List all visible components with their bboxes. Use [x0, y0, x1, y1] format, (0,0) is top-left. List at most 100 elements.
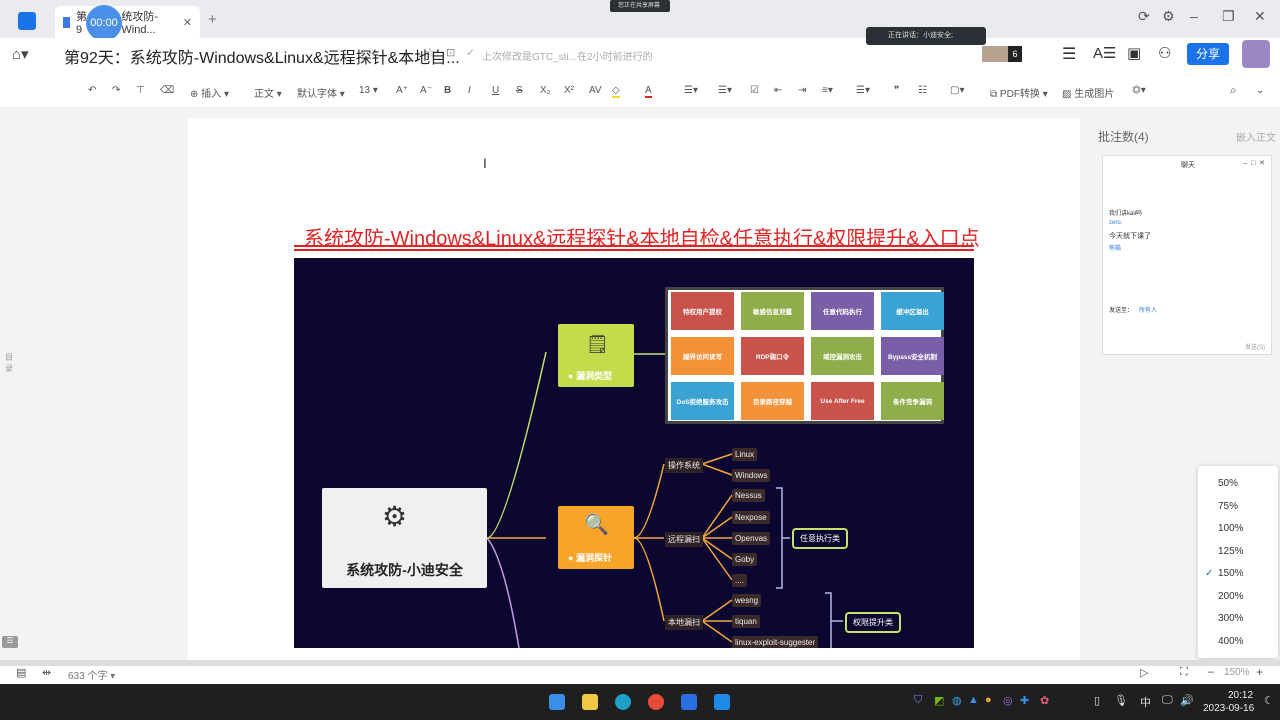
bullet-list-icon[interactable]: ☰▾ — [684, 85, 698, 96]
toc-toggle[interactable]: 目录 — [5, 352, 15, 374]
branch-local-scan[interactable]: 本地漏扫 — [665, 615, 703, 630]
settings-icon[interactable]: ⚙ — [1162, 8, 1175, 25]
zoom-option[interactable]: 125% — [1218, 546, 1244, 557]
align-icon[interactable]: ≡▾ — [822, 85, 833, 96]
line-spacing-icon[interactable]: ☰▾ — [856, 85, 870, 96]
paragraph-style-select[interactable]: 正文 ▾ — [254, 85, 282, 100]
leaf-nessus[interactable]: Nessus — [732, 489, 765, 502]
zoom-in-button[interactable]: + — [1256, 665, 1263, 679]
insert-button[interactable]: ⊕ 插入 ▾ — [190, 85, 229, 100]
sync-icon[interactable]: ⟳ — [1138, 8, 1150, 25]
leaf-tiquan[interactable]: tiquan — [732, 615, 760, 628]
page-layout-icon[interactable]: ▢▾ — [950, 85, 964, 96]
microphone-icon[interactable]: 🎙 — [1114, 694, 1128, 707]
security-tray-icon[interactable]: ⛉ — [914, 694, 922, 707]
indent-icon[interactable]: ⇤ — [774, 85, 782, 96]
decrease-font-icon[interactable]: A⁻ — [420, 85, 432, 96]
zoom-out-button[interactable]: – — [1208, 666, 1214, 678]
outline-toggle-icon[interactable]: ☰ — [2, 636, 18, 648]
menu-icon[interactable]: ☰ — [1062, 44, 1076, 64]
network-icon[interactable]: 🖵 — [1162, 694, 1173, 707]
highlight-icon[interactable]: ◇ — [612, 85, 620, 98]
redo-icon[interactable]: ↷ — [112, 85, 120, 96]
play-icon[interactable]: ▷ — [1140, 666, 1148, 679]
search-icon[interactable]: ⌕ — [1230, 83, 1237, 98]
zoom-option[interactable]: 75% — [1218, 501, 1238, 512]
checkbox-icon[interactable]: ☑ — [750, 85, 759, 96]
collaborator-count[interactable]: 6 — [1008, 46, 1022, 62]
leaf-more[interactable]: .... — [732, 574, 747, 587]
superscript-icon[interactable]: X² — [564, 85, 574, 96]
leaf-wesng[interactable]: wesng — [732, 594, 762, 607]
strikethrough-icon[interactable]: S — [516, 85, 523, 96]
leaf-nexpose[interactable]: Nexpose — [732, 511, 770, 524]
chrome-tray-icon[interactable]: ● — [985, 694, 992, 706]
bold-icon[interactable]: B — [444, 85, 451, 96]
font-color-icon[interactable]: A — [645, 85, 652, 98]
undo-icon[interactable]: ↶ — [88, 85, 96, 96]
leaf-linux[interactable]: Linux — [732, 448, 758, 461]
recording-timer[interactable]: 00:00 — [86, 5, 122, 41]
numbered-list-icon[interactable]: ☰▾ — [718, 85, 732, 96]
char-spacing-icon[interactable]: AV — [589, 85, 602, 96]
user-avatar[interactable] — [1242, 40, 1270, 68]
present-icon[interactable]: ▣ — [1127, 44, 1141, 62]
zoom-option[interactable]: 400% — [1218, 636, 1244, 647]
page-width-icon[interactable]: ⇹ — [42, 666, 51, 679]
meeting-tray-icon[interactable]: ▲ — [968, 694, 979, 706]
document-tab[interactable]: 第9 统攻防-Wind... ✕ — [55, 6, 200, 38]
edge-icon[interactable] — [615, 694, 631, 710]
format-painter-icon[interactable]: ⊤ — [136, 85, 145, 96]
clock-time[interactable]: 20:12 — [1228, 690, 1253, 701]
ime-indicator[interactable]: 中 — [1140, 694, 1151, 710]
embed-in-text-button[interactable]: 嵌入正文 — [1236, 129, 1276, 144]
outdent-icon[interactable]: ⇥ — [798, 85, 806, 96]
leaf-openvas[interactable]: Openvas — [732, 532, 771, 545]
zoom-option[interactable]: 200% — [1218, 591, 1244, 602]
chat-window-controls[interactable]: – □ ✕ — [1243, 159, 1265, 167]
home-icon[interactable]: ⌂▾ — [12, 45, 29, 63]
file-explorer-icon[interactable] — [582, 694, 598, 710]
pdf-convert-button[interactable]: ⧉ PDF转换 ▾ — [990, 85, 1048, 100]
zoom-option[interactable]: 300% — [1218, 613, 1244, 624]
close-window-icon[interactable]: ✕ — [1254, 8, 1266, 25]
new-tab-icon[interactable]: + — [208, 11, 217, 28]
star-icon[interactable]: ☆ — [424, 45, 436, 61]
move-icon[interactable]: ⊡ — [446, 46, 455, 59]
leaf-linux-exploit-suggester[interactable]: linux-exploit-suggester — [732, 636, 819, 648]
zoom-option[interactable]: 50% — [1218, 478, 1238, 489]
vuln-types-node[interactable]: 🗒 ● 漏洞类型 — [558, 324, 634, 387]
comments-count[interactable]: 批注数(4) — [1098, 128, 1149, 145]
close-tab-icon[interactable]: ✕ — [183, 16, 192, 29]
docs-tray-icon[interactable]: ✚ — [1020, 694, 1029, 707]
underline-icon[interactable]: U — [492, 85, 499, 96]
vuln-probe-node[interactable]: 🔍 ● 漏洞探针 — [558, 506, 634, 569]
generate-image-button[interactable]: ▨ 生成图片 — [1062, 85, 1114, 100]
center-node[interactable]: ⚙ 系统攻防-小迪安全 — [322, 488, 487, 588]
add-collaborator-icon[interactable]: ⚇ — [1158, 44, 1171, 62]
leaf-goby[interactable]: Goby — [732, 553, 758, 566]
divider-icon[interactable]: ☷ — [918, 85, 927, 96]
leaf-windows[interactable]: Windows — [732, 469, 771, 482]
start-icon[interactable] — [549, 694, 565, 710]
nvidia-tray-icon[interactable]: ◩ — [934, 694, 944, 707]
word-count[interactable]: 633 个字 ▾ — [68, 667, 115, 682]
camera-tray-icon[interactable]: ◎ — [1003, 694, 1013, 707]
font-size-select[interactable]: 13 ▾ — [359, 85, 378, 96]
send-button[interactable]: 发送(S) — [1245, 342, 1265, 351]
eraser-icon[interactable]: ⌫ — [160, 85, 174, 96]
zoom-option-selected[interactable]: 150% — [1218, 568, 1244, 579]
text-format-icon[interactable]: A☰ — [1093, 44, 1116, 62]
network-tray-icon[interactable]: ◍ — [952, 694, 962, 707]
collapse-toolbar-icon[interactable]: ⌄ — [1256, 85, 1264, 96]
font-select[interactable]: 默认字体 ▾ — [297, 85, 345, 100]
share-button[interactable]: 分享 — [1187, 43, 1229, 65]
minimize-icon[interactable]: – — [1190, 8, 1198, 24]
battery-icon[interactable]: ▯ — [1094, 694, 1100, 707]
increase-font-icon[interactable]: A⁺ — [396, 85, 408, 96]
plugin-icon[interactable]: ⏣▾ — [1132, 85, 1146, 96]
outline-icon[interactable]: ▤ — [16, 666, 26, 679]
mindmap-image[interactable]: ⚙ 系统攻防-小迪安全 🗒 ● 漏洞类型 🔍 ● 漏洞探针 特权用户提权 敏感信息… — [294, 258, 974, 648]
flower-tray-icon[interactable]: ✿ — [1040, 694, 1049, 707]
branch-remote-scan[interactable]: 远程漏扫 — [665, 532, 703, 547]
